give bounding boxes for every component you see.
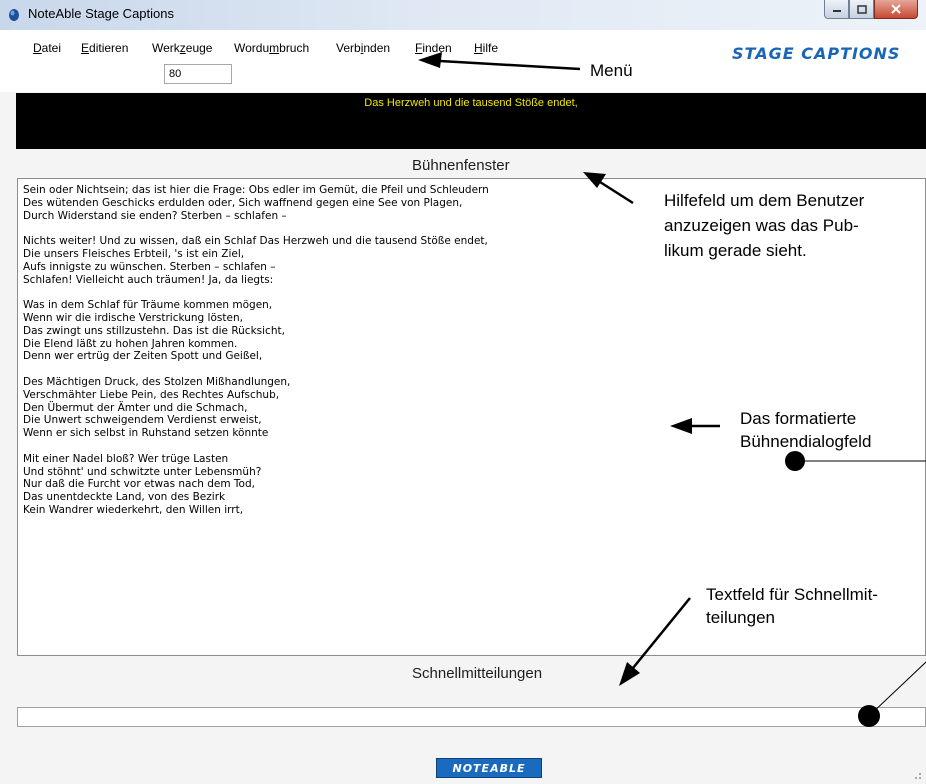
annotation-help-line-3: likum gerade sieht. (664, 241, 807, 260)
menu-arrow-line (439, 59, 581, 71)
quick-callout-line (868, 661, 926, 717)
annotation-help-line-2: anzuzeigen was das Pub- (664, 216, 859, 235)
help-arrow-head (583, 172, 606, 188)
app-window: NoteAble Stage Captions Datei Editieren … (0, 0, 926, 784)
quick-arrow-line (632, 597, 691, 669)
resize-grip-icon (915, 773, 921, 779)
help-arrow-line (599, 180, 634, 205)
dialog-callout-dot (785, 451, 805, 471)
quick-arrow-head (619, 662, 640, 686)
annotation-help-line-1: Hilfefeld um dem Benutzer (664, 191, 865, 210)
annotation-quick-line-1: Textfeld für Schnellmit- (706, 585, 878, 604)
annotation-dialog-line-1: Das formatierte (740, 409, 857, 428)
dialog-arrow-head (670, 418, 692, 434)
annotation-menu: Menü (590, 61, 633, 80)
annotation-dialog-line-2: Bühnendialogfeld (740, 432, 872, 451)
annotation-overlay (418, 52, 926, 779)
quick-callout-dot (858, 705, 880, 727)
annotation-quick-line-2: teilungen (706, 608, 776, 627)
menu-arrow-head (418, 52, 442, 68)
